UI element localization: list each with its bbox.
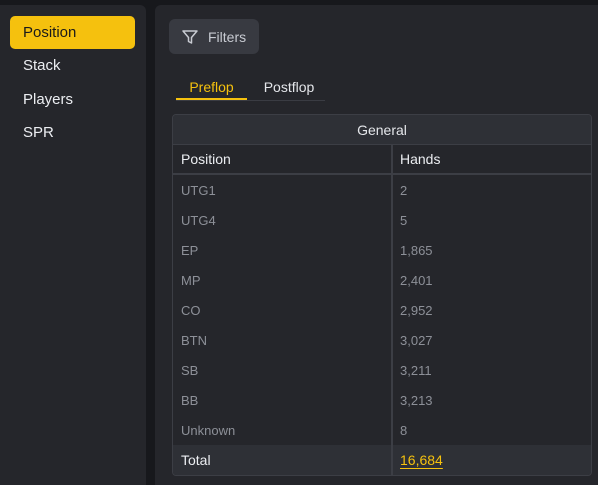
sidebar-item-position[interactable]: Position xyxy=(10,16,135,49)
tab-preflop[interactable]: Preflop xyxy=(176,75,247,100)
position-cell: BTN xyxy=(181,332,207,348)
hands-cell: 2,401 xyxy=(400,272,433,288)
table-row: BTN 3,027 xyxy=(173,325,591,355)
table-row: UTG1 2 xyxy=(173,175,591,205)
hands-cell: 8 xyxy=(400,422,408,438)
sidebar-item-spr[interactable]: SPR xyxy=(10,116,135,149)
position-cell: MP xyxy=(181,272,201,288)
hands-cell: 3,027 xyxy=(400,332,433,348)
hands-cell: 2,952 xyxy=(400,302,433,318)
table-row: UTG4 5 xyxy=(173,205,591,235)
table-row: MP 2,401 xyxy=(173,265,591,295)
table-header-row: Position Hands xyxy=(173,145,591,175)
total-value-link[interactable]: 16,684 xyxy=(400,445,443,475)
column-header-position[interactable]: Position xyxy=(181,145,231,173)
hands-cell: 1,865 xyxy=(400,242,433,258)
hands-cell: 2 xyxy=(400,182,408,198)
sidebar-item-label: Position xyxy=(23,24,77,41)
table-row: SB 3,211 xyxy=(173,355,591,385)
sidebar-item-label: SPR xyxy=(23,124,54,141)
sidebar-item-stack[interactable]: Stack xyxy=(10,49,135,82)
table-row: EP 1,865 xyxy=(173,235,591,265)
street-tabs: Preflop Postflop xyxy=(176,75,325,101)
sidebar-item-players[interactable]: Players xyxy=(10,83,135,116)
table-row: BB 3,213 xyxy=(173,385,591,415)
position-cell: EP xyxy=(181,242,199,258)
position-cell: Unknown xyxy=(181,422,236,438)
sidebar-item-label: Stack xyxy=(23,57,61,74)
filters-button[interactable]: Filters xyxy=(169,19,259,54)
sidebar: Position Stack Players SPR xyxy=(0,5,146,485)
table-title-text: General xyxy=(357,121,407,138)
tab-postflop[interactable]: Postflop xyxy=(253,75,325,99)
general-table: General Position Hands UTG1 2 UTG4 5 EP … xyxy=(172,114,592,476)
total-label: Total xyxy=(181,452,211,468)
hands-cell: 5 xyxy=(400,212,408,228)
filter-icon xyxy=(181,28,199,46)
main-panel: Filters Preflop Postflop General Positio… xyxy=(155,5,598,485)
hands-cell: 3,213 xyxy=(400,392,433,408)
sidebar-item-label: Players xyxy=(23,91,74,108)
position-cell: UTG1 xyxy=(181,182,216,198)
tab-label: Postflop xyxy=(263,79,315,95)
tab-label: Preflop xyxy=(189,78,234,95)
hands-cell: 3,211 xyxy=(400,362,432,378)
total-row: Total 16,684 xyxy=(173,445,591,475)
position-cell: CO xyxy=(181,302,201,318)
position-cell: BB xyxy=(181,392,199,408)
table-row: Unknown 8 xyxy=(173,415,591,445)
position-cell: SB xyxy=(181,362,199,378)
column-divider xyxy=(391,145,393,475)
table-row: CO 2,952 xyxy=(173,295,591,325)
column-header-hands[interactable]: Hands xyxy=(400,145,440,173)
table-title: General xyxy=(173,115,591,145)
position-cell: UTG4 xyxy=(181,212,216,228)
filters-label: Filters xyxy=(208,28,247,45)
